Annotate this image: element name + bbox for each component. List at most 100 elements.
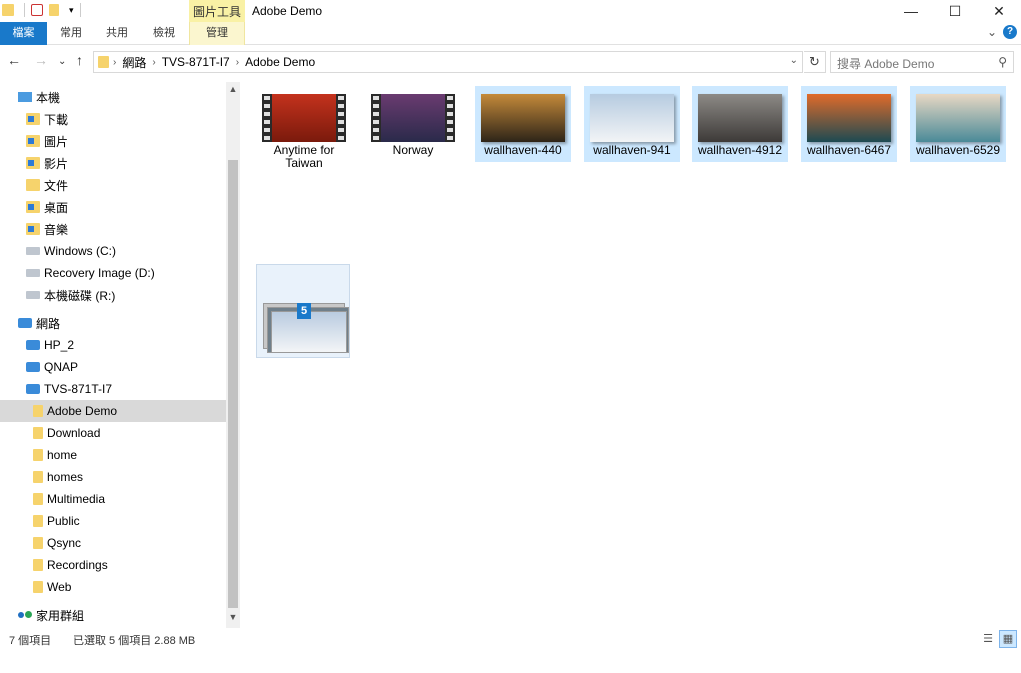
chevron-right-icon[interactable]: › (236, 57, 239, 68)
tab-manage[interactable]: 管理 (189, 22, 245, 45)
nav-drive-r[interactable]: 本機磁碟 (R:) (0, 284, 226, 306)
file-name: Norway (392, 143, 434, 157)
computer-icon (26, 340, 40, 350)
breadcrumb-current[interactable]: Adobe Demo (245, 55, 315, 69)
nav-share-multimedia[interactable]: Multimedia (0, 488, 226, 510)
maximize-button[interactable]: ☐ (933, 0, 977, 22)
nav-label: Recovery Image (D:) (44, 266, 155, 280)
scroll-thumb[interactable] (228, 160, 238, 608)
nav-label: 圖片 (44, 134, 69, 149)
nav-share-download[interactable]: Download (0, 422, 226, 444)
ribbon-collapse-icon[interactable]: ⌄ (987, 25, 997, 39)
image-thumbnail (916, 94, 1000, 142)
filmstrip-icon (262, 94, 272, 142)
nav-share-homes[interactable]: homes (0, 466, 226, 488)
nav-host-qnap[interactable]: QNAP (0, 356, 226, 378)
filmstrip-icon (371, 94, 381, 142)
scroll-up-icon[interactable]: ▲ (226, 84, 240, 98)
image-file-tile[interactable]: wallhaven-941 (584, 86, 680, 162)
search-icon[interactable]: ⚲ (998, 55, 1007, 69)
tab-share[interactable]: 共用 (94, 22, 140, 45)
details-view-button[interactable]: ☰ (979, 630, 997, 648)
nav-homegroup[interactable]: 家用群組 (0, 604, 226, 626)
minimize-button[interactable]: — (889, 0, 933, 22)
nav-drive-d[interactable]: Recovery Image (D:) (0, 262, 226, 284)
nav-label: TVS-871T-I7 (44, 382, 113, 396)
image-file-tile[interactable]: wallhaven-440 (475, 86, 571, 162)
recent-locations-button[interactable]: ⌄ (58, 56, 66, 67)
nav-downloads[interactable]: 下載 (0, 108, 226, 130)
nav-label: 本機 (36, 90, 61, 105)
divider (79, 3, 81, 17)
tab-file[interactable]: 檔案 (0, 22, 47, 45)
nav-documents[interactable]: 文件 (0, 174, 226, 196)
file-name: wallhaven-440 (484, 143, 562, 157)
folder-icon[interactable] (2, 4, 14, 16)
nav-videos[interactable]: 影片 (0, 152, 226, 174)
status-bar: 7 個項目 已選取 5 個項目 2.88 MB ☰ ▦ (0, 630, 1021, 650)
image-file-tile[interactable]: wallhaven-6467 (801, 86, 897, 162)
network-icon (18, 318, 32, 328)
video-file-tile[interactable]: Norway (365, 86, 461, 162)
desktop-icon (26, 201, 40, 213)
drive-icon (26, 291, 40, 299)
nav-desktop[interactable]: 桌面 (0, 196, 226, 218)
file-name: wallhaven-6529 (915, 143, 1001, 157)
nav-host-hp2[interactable]: HP_2 (0, 334, 226, 356)
nav-label: 本機磁碟 (R:) (44, 288, 116, 303)
nav-share-public[interactable]: Public (0, 510, 226, 532)
search-input[interactable]: 搜尋 Adobe Demo ⚲ (830, 51, 1014, 73)
nav-share-adobe-demo[interactable]: Adobe Demo (0, 400, 226, 422)
quick-access-toolbar: ▾ (2, 3, 81, 17)
tab-view[interactable]: 檢視 (140, 22, 188, 45)
breadcrumb-host[interactable]: TVS-871T-I7 (162, 55, 230, 69)
nav-host-tvs[interactable]: TVS-871T-I7 (0, 378, 226, 400)
nav-network[interactable]: 網路 (0, 312, 226, 334)
nav-label: Download (47, 426, 101, 440)
forward-button[interactable]: → (34, 52, 48, 68)
pictures-icon (26, 135, 40, 147)
chevron-right-icon[interactable]: › (113, 57, 116, 68)
breadcrumb-network[interactable]: 網路 (122, 54, 146, 71)
computer-icon (26, 384, 40, 394)
nav-this-pc[interactable]: 本機 (0, 86, 226, 108)
window-controls: — ☐ ✕ (889, 0, 1021, 22)
image-file-tile[interactable]: wallhaven-6529 (910, 86, 1006, 162)
nav-share-qsync[interactable]: Qsync (0, 532, 226, 554)
share-folder-icon (33, 515, 43, 527)
new-folder-icon[interactable] (49, 4, 59, 16)
nav-drive-c[interactable]: Windows (C:) (0, 240, 226, 262)
image-file-tile[interactable]: wallhaven-4912 (692, 86, 788, 162)
tab-home[interactable]: 常用 (48, 22, 94, 45)
properties-icon[interactable] (31, 4, 43, 16)
nav-pictures[interactable]: 圖片 (0, 130, 226, 152)
filmstrip-icon (336, 94, 346, 142)
share-folder-icon (33, 559, 43, 571)
back-button[interactable]: ← (7, 52, 21, 68)
large-icons-view-button[interactable]: ▦ (999, 630, 1017, 648)
window-title: Adobe Demo (252, 4, 323, 18)
nav-music[interactable]: 音樂 (0, 218, 226, 240)
nav-label: home (47, 448, 78, 462)
address-row: ← → ⌄ ↑ › 網路 › TVS-871T-I7 › Adobe Demo … (0, 48, 1021, 76)
nav-share-web[interactable]: Web (0, 576, 226, 598)
qat-dropdown-icon[interactable]: ▾ (69, 5, 74, 16)
close-button[interactable]: ✕ (977, 0, 1021, 22)
nav-share-home[interactable]: home (0, 444, 226, 466)
filmstrip-icon (445, 94, 455, 142)
divider (24, 3, 25, 17)
chevron-right-icon[interactable]: › (152, 57, 155, 68)
file-list: Anytime for Taiwan Norway wallhaven-440 wal… (244, 82, 1021, 628)
video-file-tile[interactable]: Anytime for Taiwan (256, 86, 352, 170)
refresh-button[interactable]: ↻ (804, 51, 826, 73)
file-name: wallhaven-6467 (806, 143, 892, 157)
address-dropdown-icon[interactable]: ⌄ (790, 55, 798, 66)
nav-scrollbar[interactable]: ▲ ▼ (226, 82, 240, 628)
nav-share-recordings[interactable]: Recordings (0, 554, 226, 576)
address-bar[interactable]: › 網路 › TVS-871T-I7 › Adobe Demo ⌄ (93, 51, 803, 73)
nav-label: homes (47, 470, 84, 484)
help-icon[interactable]: ? (1003, 25, 1017, 39)
up-button[interactable]: ↑ (76, 52, 83, 68)
scroll-down-icon[interactable]: ▼ (226, 612, 240, 626)
image-thumbnail (590, 94, 674, 142)
